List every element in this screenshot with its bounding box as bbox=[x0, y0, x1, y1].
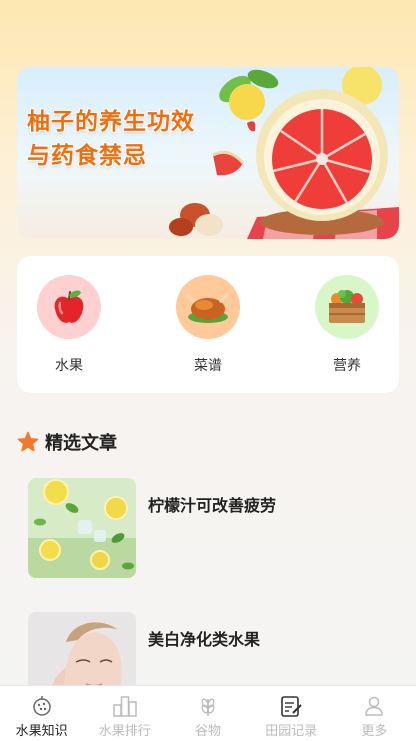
banner-headline-line1: 柚子的养生功效 bbox=[27, 109, 195, 135]
article-item[interactable]: 柠檬汁可改善疲劳 bbox=[28, 478, 388, 578]
category-label: 菜谱 bbox=[194, 358, 222, 374]
category-card: 水果 菜谱 营养 bbox=[17, 256, 399, 393]
tab-label: 水果排行 bbox=[98, 724, 151, 739]
tab-more[interactable]: 更多 bbox=[333, 686, 416, 741]
category-label: 营养 bbox=[333, 358, 361, 374]
vegetable-crate-icon bbox=[315, 275, 379, 339]
profile-icon bbox=[365, 696, 384, 716]
tab-label: 田园记录 bbox=[265, 724, 318, 739]
tab-fruit-ranking[interactable]: 水果排行 bbox=[83, 686, 166, 741]
tab-grain[interactable]: 谷物 bbox=[166, 686, 249, 741]
category-label: 水果 bbox=[55, 358, 83, 374]
article-title: 美白净化类水果 bbox=[148, 630, 261, 649]
article-title: 柠檬汁可改善疲劳 bbox=[148, 496, 277, 515]
tab-label: 水果知识 bbox=[15, 724, 68, 739]
tab-fruit-knowledge[interactable]: 水果知识 bbox=[0, 686, 83, 741]
apple-icon bbox=[37, 275, 101, 339]
promo-banner[interactable]: 柚子的养生功效 与药食禁忌 bbox=[17, 67, 399, 239]
featured-articles-header: 精选文章 bbox=[17, 428, 117, 456]
notes-icon bbox=[281, 696, 302, 717]
category-recipe[interactable]: 菜谱 bbox=[168, 275, 248, 375]
category-fruit[interactable]: 水果 bbox=[29, 275, 109, 375]
ranking-icon bbox=[113, 696, 137, 717]
banner-headline-line2: 与药食禁忌 bbox=[27, 143, 147, 169]
banner-headline: 柚子的养生功效 与药食禁忌 bbox=[27, 105, 195, 173]
category-nutrition[interactable]: 营养 bbox=[307, 275, 387, 375]
fruit-knowledge-icon bbox=[32, 696, 51, 716]
tab-garden-notes[interactable]: 田园记录 bbox=[250, 686, 333, 741]
tab-label: 谷物 bbox=[195, 724, 222, 739]
bottom-tab-bar: 水果知识 水果排行 谷物 田园记录 更多 bbox=[0, 685, 416, 741]
star-icon bbox=[17, 431, 39, 452]
article-thumbnail bbox=[28, 478, 136, 578]
grain-icon bbox=[201, 698, 215, 716]
roast-chicken-icon bbox=[176, 275, 240, 339]
section-title: 精选文章 bbox=[45, 433, 117, 454]
tab-label: 更多 bbox=[361, 724, 388, 739]
